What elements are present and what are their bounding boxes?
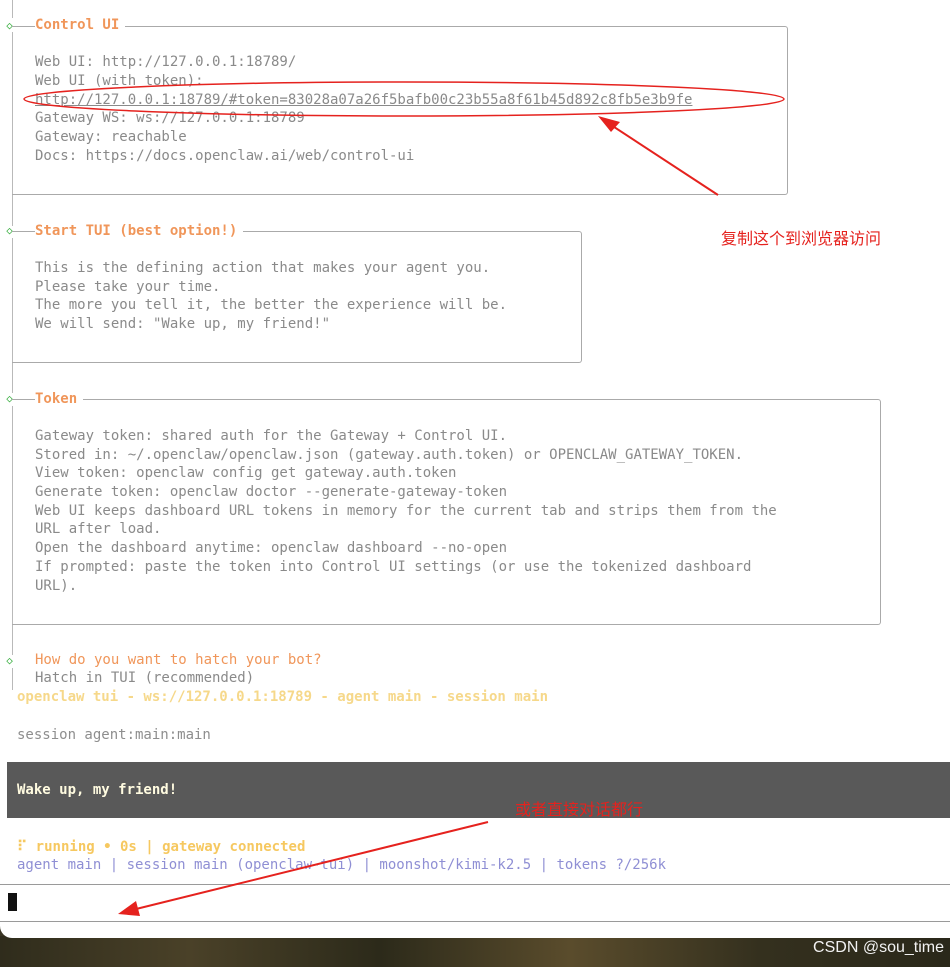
highlight-ellipse [23,81,785,117]
annotation-overlay [23,81,785,916]
annotation-copy-to-browser: 复制这个到浏览器访问 [721,231,882,248]
arrow-line [607,122,719,196]
annotation-chat-directly: 或者直接对话都行 [515,802,644,819]
arrow-head [118,901,140,916]
arrow-line [131,821,489,911]
